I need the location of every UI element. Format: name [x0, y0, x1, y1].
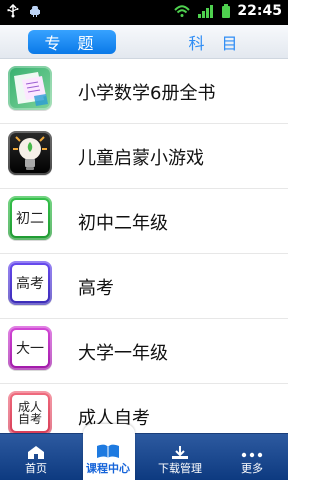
tab-bar: 专 题 科 目	[0, 25, 288, 59]
icon-text: 高考	[16, 276, 44, 292]
college-year1-icon: 大一	[8, 326, 52, 370]
lightbulb-icon	[8, 131, 52, 175]
item-label: 高考	[78, 278, 114, 299]
junior-high-grade2-icon: 初二	[8, 196, 52, 240]
list-item[interactable]: 初二 初中二年级	[0, 189, 288, 254]
tab-subjects[interactable]: 科 目	[172, 30, 260, 54]
list-item[interactable]: 儿童启蒙小游戏	[0, 124, 288, 189]
wifi-icon	[174, 5, 191, 17]
gaokao-icon: 高考	[8, 261, 52, 305]
topic-list: 小学数学6册全书 儿童启蒙小游戏 初二 初中二年级 高考 高考 大一 大学一年级…	[0, 59, 288, 434]
item-label: 小学数学6册全书	[78, 83, 216, 104]
home-icon	[28, 446, 44, 459]
item-label: 儿童启蒙小游戏	[78, 148, 204, 169]
nav-more[interactable]: 更多	[216, 434, 288, 476]
tab-topics[interactable]: 专 题	[28, 30, 116, 54]
android-icon	[30, 6, 40, 17]
math-book-icon	[8, 66, 52, 110]
usb-icon	[7, 4, 19, 18]
adult-self-study-icon: 成人 自考	[8, 391, 52, 434]
status-bar: 22:45	[0, 0, 288, 25]
item-label: 大学一年级	[78, 343, 168, 364]
list-item[interactable]: 小学数学6册全书	[0, 59, 288, 124]
list-item[interactable]: 高考 高考	[0, 254, 288, 319]
nav-course-center[interactable]: 课程中心	[72, 434, 144, 476]
item-label: 初中二年级	[78, 213, 168, 234]
status-right: 22:45	[173, 3, 282, 19]
bottom-nav: 首页 课程中心 下载管理 更多	[0, 424, 288, 480]
book-icon	[97, 444, 119, 458]
nav-home[interactable]: 首页	[0, 434, 72, 476]
battery-icon	[222, 4, 231, 18]
nav-download-manager[interactable]: 下载管理	[144, 434, 216, 476]
nav-label: 下载管理	[158, 462, 202, 475]
list-item[interactable]: 大一 大学一年级	[0, 319, 288, 384]
signal-icon	[198, 5, 214, 18]
nav-label: 课程中心	[86, 462, 130, 475]
icon-text: 初二	[16, 211, 44, 227]
download-icon	[172, 446, 188, 459]
icon-text: 大一	[16, 341, 44, 357]
icon-text: 成人 自考	[17, 400, 42, 426]
nav-label: 更多	[241, 462, 263, 475]
status-time: 22:45	[237, 3, 282, 19]
status-left	[6, 4, 42, 18]
nav-label: 首页	[25, 462, 47, 475]
list-item[interactable]: 成人 自考 成人自考	[0, 384, 288, 434]
more-icon	[241, 452, 263, 458]
